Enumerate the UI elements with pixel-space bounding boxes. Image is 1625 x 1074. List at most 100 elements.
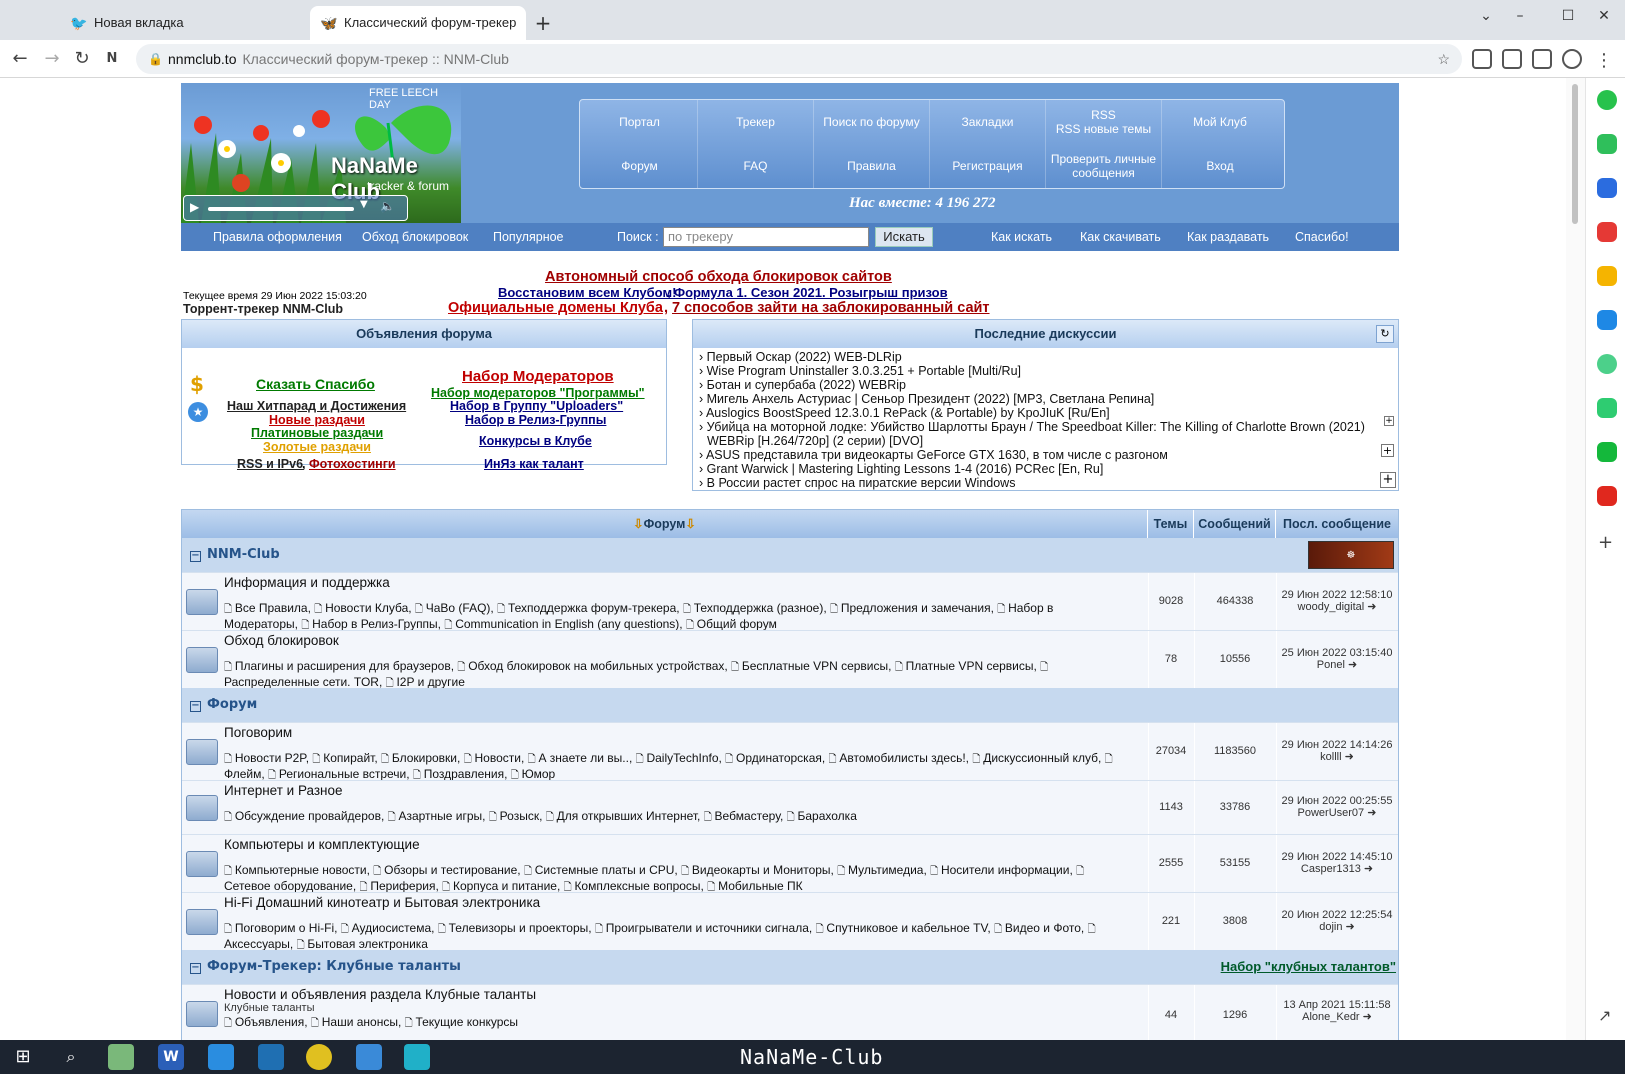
- reload-button[interactable]: ↻: [70, 47, 94, 71]
- goto-post-icon[interactable]: ➜: [1367, 807, 1376, 819]
- discussion-item[interactable]: › Grant Warwick | Mastering Lighting Les…: [699, 462, 1103, 476]
- dropdown-icon[interactable]: ▼: [360, 199, 368, 210]
- menu-portal[interactable]: Портал: [582, 100, 698, 144]
- subnav-how-seed[interactable]: Как раздавать: [1187, 223, 1269, 251]
- goto-post-icon[interactable]: ➜: [1367, 601, 1376, 613]
- discussion-item[interactable]: › ASUS представила три видеокарты GeForc…: [699, 448, 1168, 462]
- search-input[interactable]: по трекеру: [663, 227, 869, 247]
- profile-icon[interactable]: [1562, 49, 1582, 69]
- menu-rules[interactable]: Правила: [814, 144, 930, 188]
- maximize-button[interactable]: ☐: [1548, 4, 1588, 28]
- sidebar-add-icon[interactable]: +: [1598, 532, 1613, 553]
- menu-dots-icon[interactable]: ⋮: [1592, 49, 1616, 73]
- word-app-icon[interactable]: W: [158, 1044, 184, 1070]
- sidebar-play-icon[interactable]: [1597, 354, 1617, 374]
- subforum-link[interactable]: Блокировки,: [392, 751, 464, 765]
- expand-large-icon[interactable]: +: [1380, 472, 1396, 488]
- menu-tracker[interactable]: Трекер: [698, 100, 814, 144]
- subforum-link[interactable]: Аксессуары,: [224, 937, 297, 951]
- subforum-link[interactable]: Азартные игры,: [398, 809, 488, 823]
- subforum-link[interactable]: Барахолка: [798, 809, 857, 823]
- scrollbar[interactable]: [1566, 78, 1585, 1040]
- sidebar-how-icon[interactable]: [1597, 486, 1617, 506]
- expand-small-icon[interactable]: +: [1384, 416, 1394, 426]
- subforum-link[interactable]: Автомобилисты здесь!,: [839, 751, 972, 765]
- last-post-user[interactable]: PowerUser07: [1298, 807, 1365, 819]
- subforum-link[interactable]: Communication in English (any questions)…: [455, 617, 686, 631]
- scrollbar-thumb[interactable]: [1572, 84, 1578, 224]
- menu-login[interactable]: Вход: [1162, 144, 1278, 188]
- sidebar-green-icon[interactable]: [1597, 442, 1617, 462]
- subforum-link[interactable]: Техподдержка форум-трекера,: [508, 601, 683, 615]
- discussion-item[interactable]: › Auslogics BoostSpeed 12.3.0.1 RePack (…: [699, 406, 1110, 420]
- notice-domains-link[interactable]: Официальные домены Клуба: [448, 300, 663, 316]
- subforum-link[interactable]: Сетевое оборудование,: [224, 879, 360, 893]
- last-post-user[interactable]: Alone_Kedr: [1302, 1011, 1360, 1023]
- subnav-popular[interactable]: Популярное: [493, 223, 564, 251]
- discussion-item[interactable]: › Убийца на моторной лодке: Убийство Шар…: [699, 420, 1365, 434]
- back-button[interactable]: ←: [8, 47, 32, 71]
- discussion-item[interactable]: › Wise Program Uninstaller 3.0.3.251 + P…: [699, 364, 1021, 378]
- ann-contests[interactable]: Конкурсы в Клубе: [479, 434, 592, 448]
- forum-title[interactable]: Компьютеры и комплектующие: [224, 837, 420, 852]
- discussion-item[interactable]: › Ботан и супербаба (2022) WEBRip: [699, 378, 906, 392]
- address-bar[interactable]: 🔒 nnmclub.to Классический форум-трекер ::…: [136, 44, 1462, 74]
- last-post-user[interactable]: Ponel: [1317, 659, 1345, 671]
- subforum-link[interactable]: Для открывших Интернет,: [557, 809, 704, 823]
- sidebar-bell-icon[interactable]: [1597, 134, 1617, 154]
- sidebar-app-icon[interactable]: [1597, 90, 1617, 110]
- ann-new-releases[interactable]: Новые раздачи: [269, 413, 365, 427]
- subforum-link[interactable]: Телевизоры и проекторы,: [449, 921, 595, 935]
- subforum-link[interactable]: Новости,: [475, 751, 528, 765]
- browser-app-icon[interactable]: [404, 1044, 430, 1070]
- category-title[interactable]: Форум: [207, 697, 257, 712]
- subforum-link[interactable]: Системные платы и CPU,: [535, 863, 681, 877]
- category-title[interactable]: Форум-Трекер: Клубные таланты: [207, 959, 461, 974]
- menu-faq[interactable]: FAQ: [698, 144, 814, 188]
- subforum-link[interactable]: Комплексные вопросы,: [574, 879, 707, 893]
- subforum-link[interactable]: Предложения и замечания,: [841, 601, 997, 615]
- subforum-link[interactable]: Компьютерные новости,: [235, 863, 373, 877]
- notes-app-icon[interactable]: [108, 1044, 134, 1070]
- forum-title[interactable]: Поговорим: [224, 725, 292, 740]
- subforum-link[interactable]: Корпуса и питание,: [453, 879, 564, 893]
- subforum-list[interactable]: 🗋 Новости P2P, 🗋 Копирайт, 🗋 Блокировки,…: [224, 751, 1124, 783]
- subforum-link[interactable]: Новости P2P,: [235, 751, 313, 765]
- subforum-list[interactable]: 🗋 Плагины и расширения для браузеров, 🗋 …: [224, 659, 1124, 691]
- last-post-user[interactable]: Casper1313: [1301, 863, 1361, 875]
- warning-app-icon[interactable]: [306, 1044, 332, 1070]
- ann-rss-ipv6[interactable]: RSS и IPv6: [237, 457, 303, 471]
- windows-start-icon[interactable]: ⊞: [10, 1044, 36, 1070]
- subforum-link[interactable]: Плагины и расширения для браузеров,: [235, 659, 458, 673]
- subforum-link[interactable]: Распределенные сети. TOR,: [224, 675, 386, 689]
- volume-slider[interactable]: [208, 207, 354, 211]
- split-view-icon[interactable]: [1532, 49, 1552, 69]
- close-window-button[interactable]: ✕: [1584, 4, 1624, 28]
- ann-hitparade[interactable]: Наш Хитпарад и Достижения: [227, 399, 406, 413]
- forum-title[interactable]: Новости и объявления раздела Клубные тал…: [224, 987, 536, 1002]
- ann-gold[interactable]: Золотые раздачи: [263, 440, 371, 454]
- menu-bookmarks[interactable]: Закладки: [930, 100, 1046, 144]
- subforum-link[interactable]: Флейм,: [224, 767, 268, 781]
- sidebar-pocket-icon[interactable]: [1597, 222, 1617, 242]
- chat-app-icon[interactable]: [356, 1044, 382, 1070]
- goto-post-icon[interactable]: ➜: [1346, 921, 1355, 933]
- refresh-icon[interactable]: ↻: [1376, 325, 1394, 343]
- subforum-list[interactable]: 🗋 Обсуждение провайдеров, 🗋 Азартные игр…: [224, 809, 1124, 825]
- forum-title[interactable]: Hi-Fi Домашний кинотеатр и Бытовая элект…: [224, 895, 540, 910]
- subnav-design-rules[interactable]: Правила оформления: [213, 223, 342, 251]
- subforum-list[interactable]: 🗋 Все Правила, 🗋 Новости Клуба, 🗋 ЧаВо (…: [224, 601, 1124, 633]
- subforum-link[interactable]: Мультимедиа,: [848, 863, 930, 877]
- discussion-item[interactable]: › В России растет спрос на пиратские вер…: [699, 476, 1015, 490]
- ann-moderators[interactable]: Набор Модераторов: [462, 368, 614, 385]
- subnav-thanks[interactable]: Спасибо!: [1295, 223, 1349, 251]
- bookmark-star-icon[interactable]: ☆: [1437, 44, 1450, 74]
- notice-bypass-link[interactable]: Автономный способ обхода блокировок сайт…: [545, 269, 892, 285]
- goto-post-icon[interactable]: ➜: [1363, 1011, 1372, 1023]
- subforum-list[interactable]: 🗋 Объявления, 🗋 Наши анонсы, 🗋 Текущие к…: [224, 1015, 1124, 1031]
- last-post-user[interactable]: kollll: [1320, 751, 1341, 763]
- subforum-link[interactable]: I2P и другие: [396, 675, 464, 689]
- subforum-link[interactable]: Проигрыватели и источники сигнала,: [606, 921, 816, 935]
- subforum-link[interactable]: Дискуссионный клуб,: [983, 751, 1104, 765]
- menu-forum-search[interactable]: Поиск по форуму: [814, 100, 930, 144]
